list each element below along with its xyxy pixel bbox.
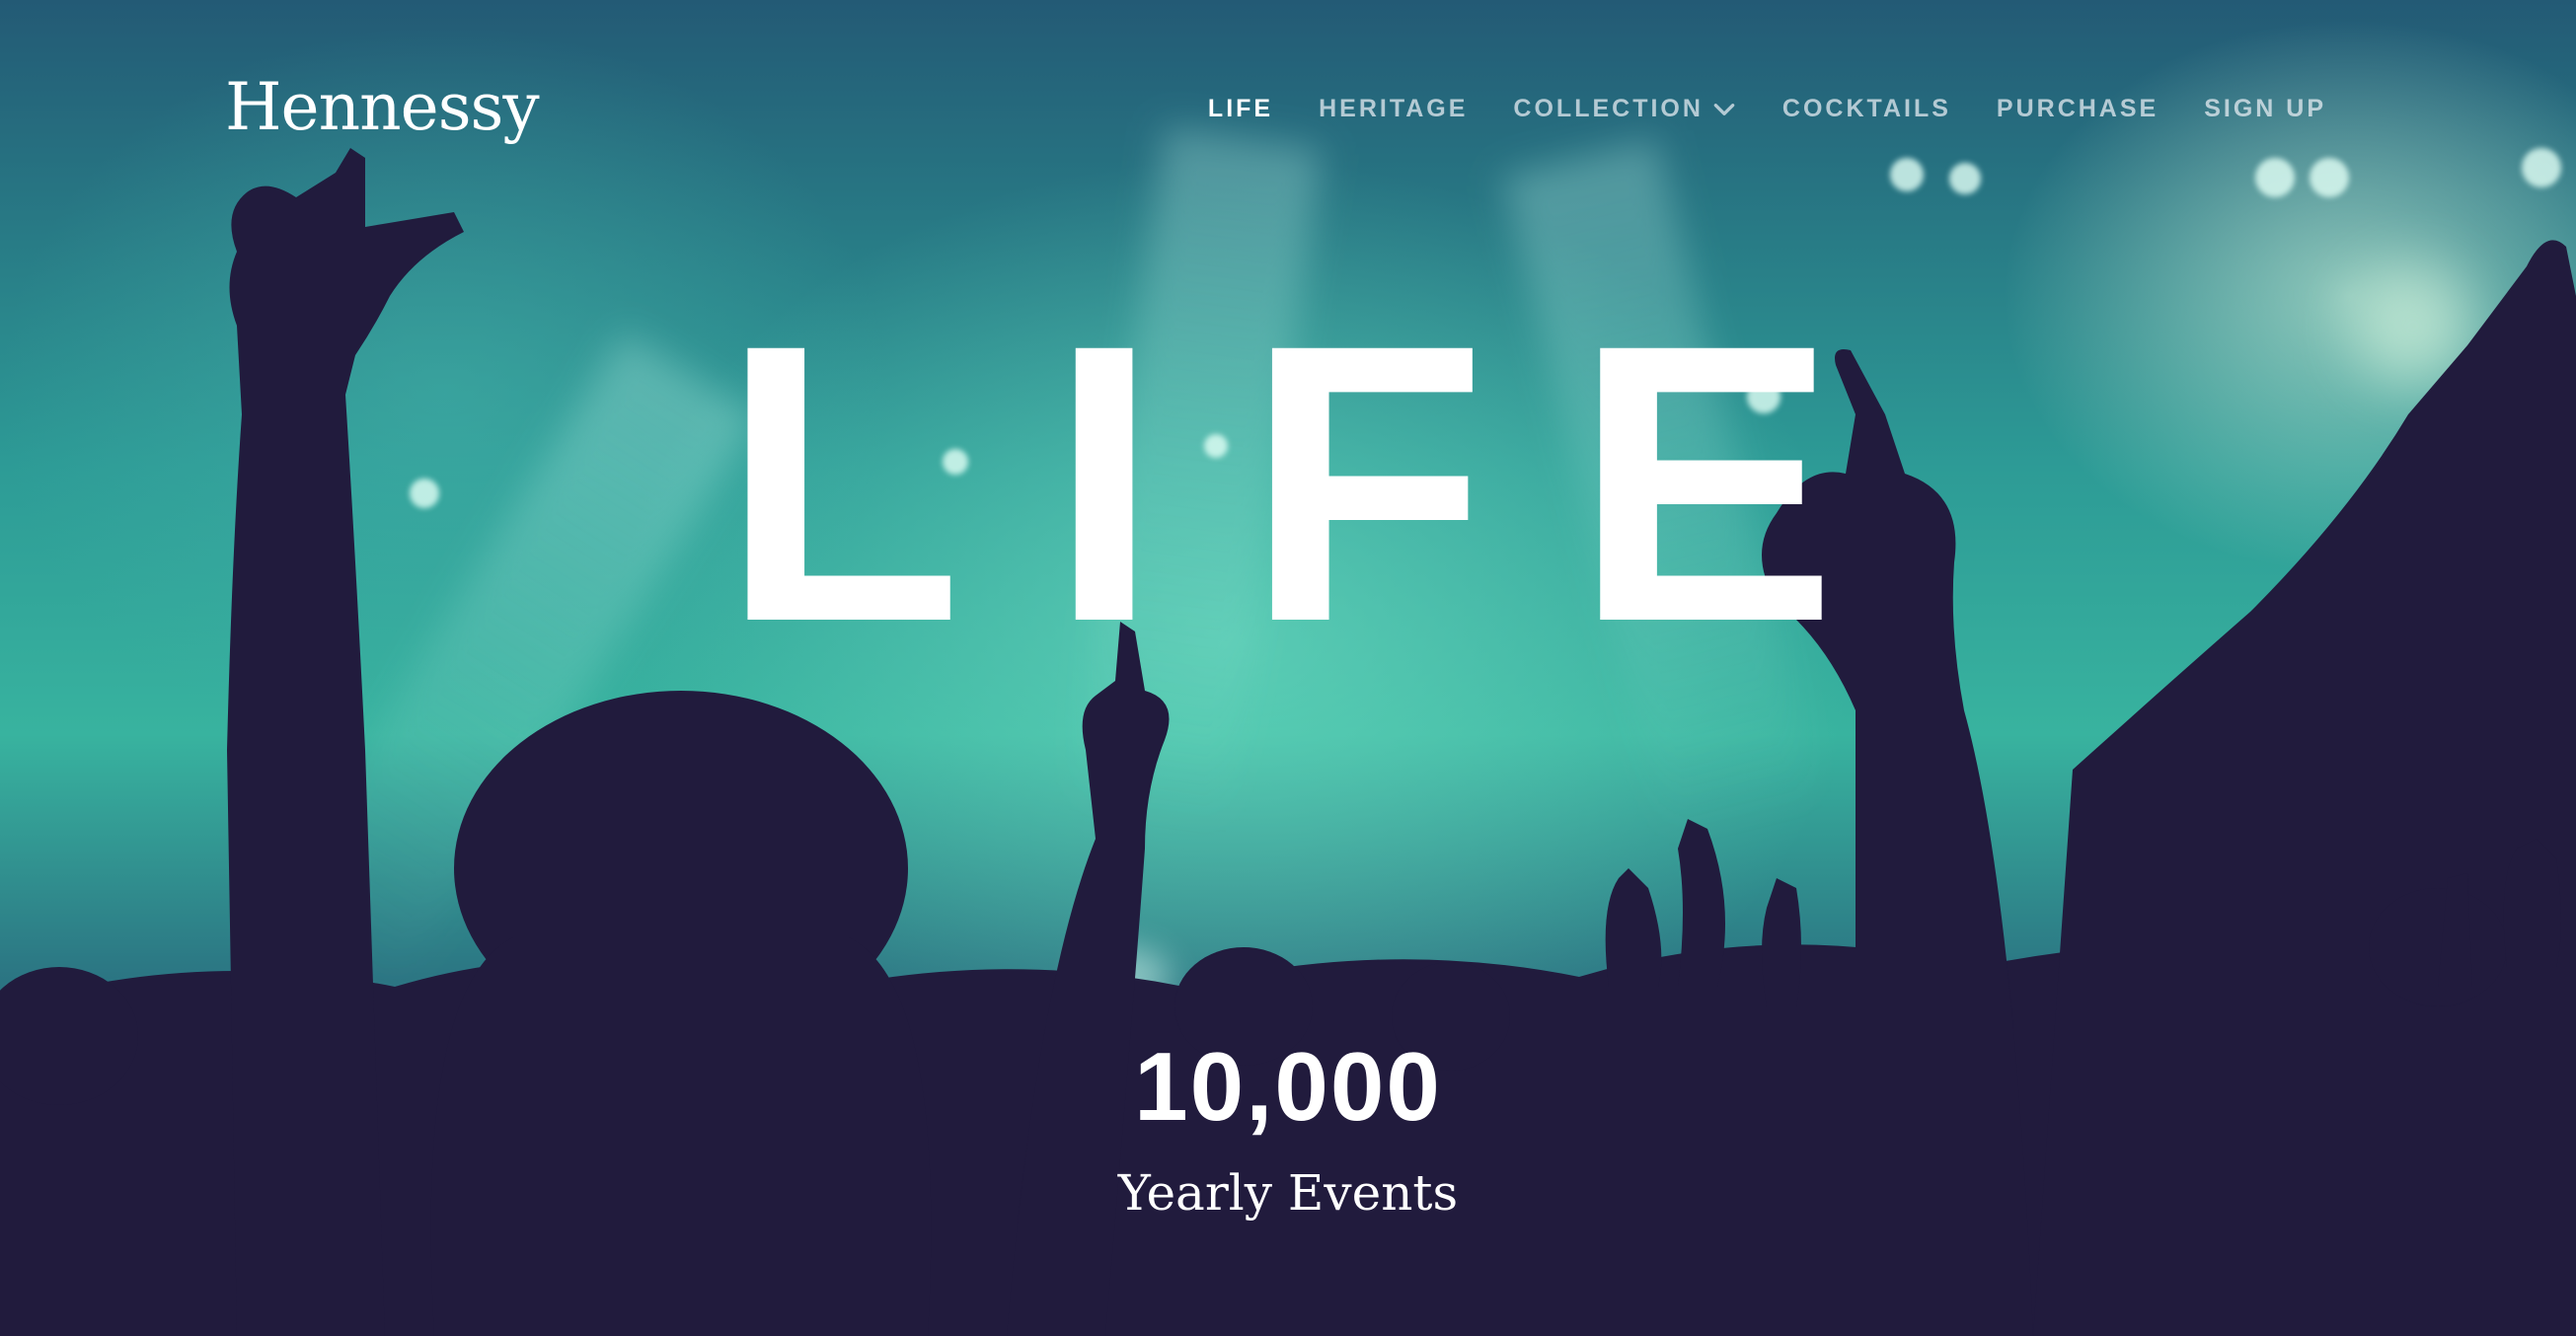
stat-label: Yearly Events <box>1117 1164 1459 1222</box>
top-nav: Hennessy LIFE HERITAGE COLLECTION COCKTA… <box>0 69 2576 148</box>
nav-item-heritage[interactable]: HERITAGE <box>1319 95 1468 123</box>
nav-item-label: COLLECTION <box>1513 95 1704 122</box>
hero-headline: LIFE <box>720 262 1925 704</box>
nav-item-life[interactable]: LIFE <box>1208 95 1273 123</box>
nav-item-label: PURCHASE <box>1996 95 2159 122</box>
stat-value: 10,000 <box>1134 1032 1442 1141</box>
nav-item-label: LIFE <box>1207 95 1274 122</box>
nav-item-label: HERITAGE <box>1319 95 1469 122</box>
hero-section: Hennessy LIFE HERITAGE COLLECTION COCKTA… <box>0 0 2576 1336</box>
nav-item-label: COCKTAILS <box>1781 95 1951 122</box>
nav-item-sign-up[interactable]: SIGN UP <box>2204 95 2326 123</box>
nav-menu: LIFE HERITAGE COLLECTION COCKTAILS PURCH… <box>1208 95 2326 123</box>
brand-logo[interactable]: Hennessy <box>225 69 540 145</box>
nav-item-cocktails[interactable]: COCKTAILS <box>1782 95 1951 123</box>
nav-item-label: SIGN UP <box>2204 95 2326 122</box>
nav-item-purchase[interactable]: PURCHASE <box>1997 95 2159 123</box>
chevron-down-icon <box>1713 103 1735 115</box>
nav-item-collection[interactable]: COLLECTION <box>1513 95 1737 123</box>
